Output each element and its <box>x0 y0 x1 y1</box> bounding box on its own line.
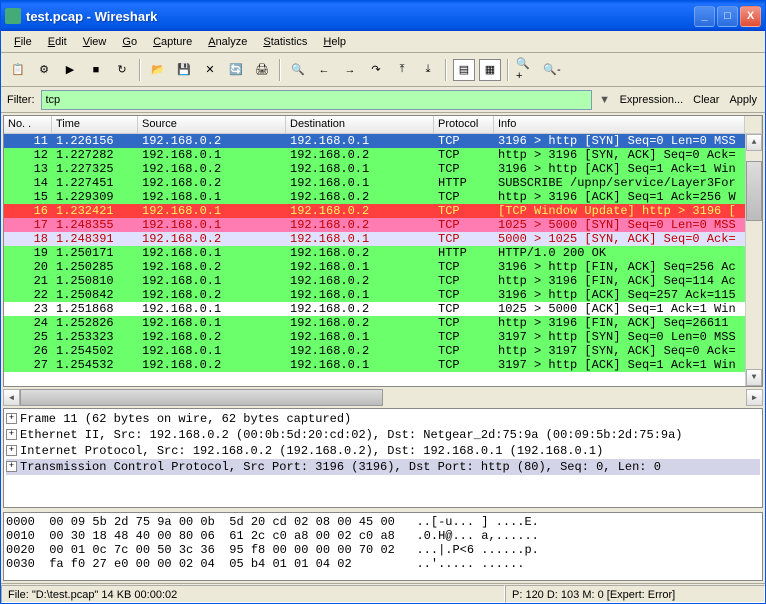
separator <box>445 59 447 81</box>
menu-statistics[interactable]: Statistics <box>256 34 314 50</box>
column-time[interactable]: Time <box>52 116 138 133</box>
packet-list-header: No. . Time Source Destination Protocol I… <box>4 116 762 134</box>
menu-go[interactable]: Go <box>115 34 144 50</box>
expression-button[interactable]: Expression... <box>618 94 686 106</box>
expand-icon[interactable]: + <box>6 445 17 456</box>
packet-row[interactable]: 261.254502192.168.0.1192.168.0.2TCPhttp … <box>4 344 762 358</box>
separator <box>279 59 281 81</box>
scroll-right-icon[interactable]: ► <box>746 389 763 406</box>
scroll-down-icon[interactable]: ▼ <box>746 369 762 386</box>
options-button[interactable]: ⚙ <box>33 59 55 81</box>
packet-list-body[interactable]: 111.226156192.168.0.2192.168.0.1TCP3196 … <box>4 134 762 386</box>
find-button[interactable]: 🔍 <box>287 59 309 81</box>
menu-edit[interactable]: Edit <box>41 34 74 50</box>
scroll-up-icon[interactable]: ▲ <box>746 134 762 151</box>
start-capture-button[interactable]: ▶ <box>59 59 81 81</box>
colorize-button[interactable]: ▤ <box>453 59 475 81</box>
zoom-out-button[interactable]: 🔍- <box>541 59 563 81</box>
apply-button[interactable]: Apply <box>727 94 759 106</box>
packet-row[interactable]: 161.232421192.168.0.1192.168.0.2TCP[TCP … <box>4 204 762 218</box>
column-scrollgap <box>745 116 762 133</box>
restart-capture-button[interactable]: ↻ <box>111 59 133 81</box>
clear-button[interactable]: Clear <box>691 94 721 106</box>
scroll-left-icon[interactable]: ◄ <box>3 389 20 406</box>
toolbar: 📋 ⚙ ▶ ■ ↻ 📂 💾 ✕ 🔄 🖨 🔍 ← → ↷ ⤒ ⤓ ▤ ▦ 🔍+ 🔍… <box>1 53 765 87</box>
packet-row[interactable]: 211.250810192.168.0.1192.168.0.2TCPhttp … <box>4 274 762 288</box>
column-destination[interactable]: Destination <box>286 116 434 133</box>
menu-analyze[interactable]: Analyze <box>201 34 254 50</box>
window-title: test.pcap - Wireshark <box>26 9 694 24</box>
column-protocol[interactable]: Protocol <box>434 116 494 133</box>
packet-row[interactable]: 241.252826192.168.0.1192.168.0.2TCPhttp … <box>4 316 762 330</box>
titlebar[interactable]: test.pcap - Wireshark _ □ X <box>1 1 765 31</box>
zoom-in-button[interactable]: 🔍+ <box>515 59 537 81</box>
expand-icon[interactable]: + <box>6 429 17 440</box>
packet-row[interactable]: 121.227282192.168.0.1192.168.0.2TCPhttp … <box>4 148 762 162</box>
last-button[interactable]: ⤓ <box>417 59 439 81</box>
packet-row[interactable]: 191.250171192.168.0.1192.168.0.2HTTPHTTP… <box>4 246 762 260</box>
vertical-scrollbar[interactable]: ▲ ▼ <box>745 134 762 386</box>
save-button[interactable]: 💾 <box>173 59 195 81</box>
stop-capture-button[interactable]: ■ <box>85 59 107 81</box>
expand-icon[interactable]: + <box>6 461 17 472</box>
autoscroll-button[interactable]: ▦ <box>479 59 501 81</box>
column-info[interactable]: Info <box>494 116 745 133</box>
menu-view[interactable]: View <box>76 34 114 50</box>
reload-button[interactable]: 🔄 <box>225 59 247 81</box>
packet-row[interactable]: 141.227451192.168.0.2192.168.0.1HTTPSUBS… <box>4 176 762 190</box>
packet-row[interactable]: 181.248391192.168.0.2192.168.0.1TCP5000 … <box>4 232 762 246</box>
packet-row[interactable]: 111.226156192.168.0.2192.168.0.1TCP3196 … <box>4 134 762 148</box>
status-right: P: 120 D: 103 M: 0 [Expert: Error] <box>505 585 765 603</box>
statusbar: File: "D:\test.pcap" 14 KB 00:00:02 P: 1… <box>1 583 765 603</box>
close-button[interactable]: X <box>740 6 761 27</box>
prev-button[interactable]: ← <box>313 59 335 81</box>
packet-row[interactable]: 271.254532192.168.0.2192.168.0.1TCP3197 … <box>4 358 762 372</box>
packet-row[interactable]: 251.253323192.168.0.2192.168.0.1TCP3197 … <box>4 330 762 344</box>
next-button[interactable]: → <box>339 59 361 81</box>
expand-icon[interactable]: + <box>6 413 17 424</box>
maximize-button[interactable]: □ <box>717 6 738 27</box>
print-button[interactable]: 🖨 <box>251 59 273 81</box>
status-left: File: "D:\test.pcap" 14 KB 00:00:02 <box>1 585 505 603</box>
detail-row[interactable]: +Transmission Control Protocol, Src Port… <box>6 459 760 475</box>
separator <box>139 59 141 81</box>
menu-file[interactable]: File <box>7 34 39 50</box>
minimize-button[interactable]: _ <box>694 6 715 27</box>
filterbar: Filter: ▼ Expression... Clear Apply <box>1 87 765 113</box>
packet-row[interactable]: 131.227325192.168.0.2192.168.0.1TCP3196 … <box>4 162 762 176</box>
packet-row[interactable]: 221.250842192.168.0.2192.168.0.1TCP3196 … <box>4 288 762 302</box>
detail-row[interactable]: +Internet Protocol, Src: 192.168.0.2 (19… <box>6 443 760 459</box>
filter-label: Filter: <box>7 94 35 106</box>
interfaces-button[interactable]: 📋 <box>7 59 29 81</box>
menu-help[interactable]: Help <box>316 34 353 50</box>
scroll-thumb-h[interactable] <box>20 389 383 406</box>
goto-button[interactable]: ↷ <box>365 59 387 81</box>
scroll-thumb[interactable] <box>746 161 762 221</box>
packet-row[interactable]: 151.229309192.168.0.1192.168.0.2TCPhttp … <box>4 190 762 204</box>
horizontal-scrollbar[interactable]: ◄ ► <box>3 389 763 406</box>
packet-row[interactable]: 171.248355192.168.0.1192.168.0.2TCP1025 … <box>4 218 762 232</box>
packet-details-pane[interactable]: +Frame 11 (62 bytes on wire, 62 bytes ca… <box>3 408 763 508</box>
main-window: test.pcap - Wireshark _ □ X File Edit Vi… <box>0 0 766 604</box>
separator <box>507 59 509 81</box>
open-button[interactable]: 📂 <box>147 59 169 81</box>
column-source[interactable]: Source <box>138 116 286 133</box>
filter-dropdown-icon[interactable]: ▼ <box>598 91 612 109</box>
detail-row[interactable]: +Ethernet II, Src: 192.168.0.2 (00:0b:5d… <box>6 427 760 443</box>
packet-row[interactable]: 201.250285192.168.0.2192.168.0.1TCP3196 … <box>4 260 762 274</box>
packet-row[interactable]: 231.251868192.168.0.1192.168.0.2TCP1025 … <box>4 302 762 316</box>
menu-capture[interactable]: Capture <box>146 34 199 50</box>
close-file-button[interactable]: ✕ <box>199 59 221 81</box>
column-no[interactable]: No. . <box>4 116 52 133</box>
first-button[interactable]: ⤒ <box>391 59 413 81</box>
app-icon <box>5 8 21 24</box>
packet-list-pane: No. . Time Source Destination Protocol I… <box>3 115 763 387</box>
menubar: File Edit View Go Capture Analyze Statis… <box>1 31 765 53</box>
hex-dump-pane[interactable]: 0000 00 09 5b 2d 75 9a 00 0b 5d 20 cd 02… <box>3 512 763 581</box>
detail-row[interactable]: +Frame 11 (62 bytes on wire, 62 bytes ca… <box>6 411 760 427</box>
filter-input[interactable] <box>41 90 592 110</box>
